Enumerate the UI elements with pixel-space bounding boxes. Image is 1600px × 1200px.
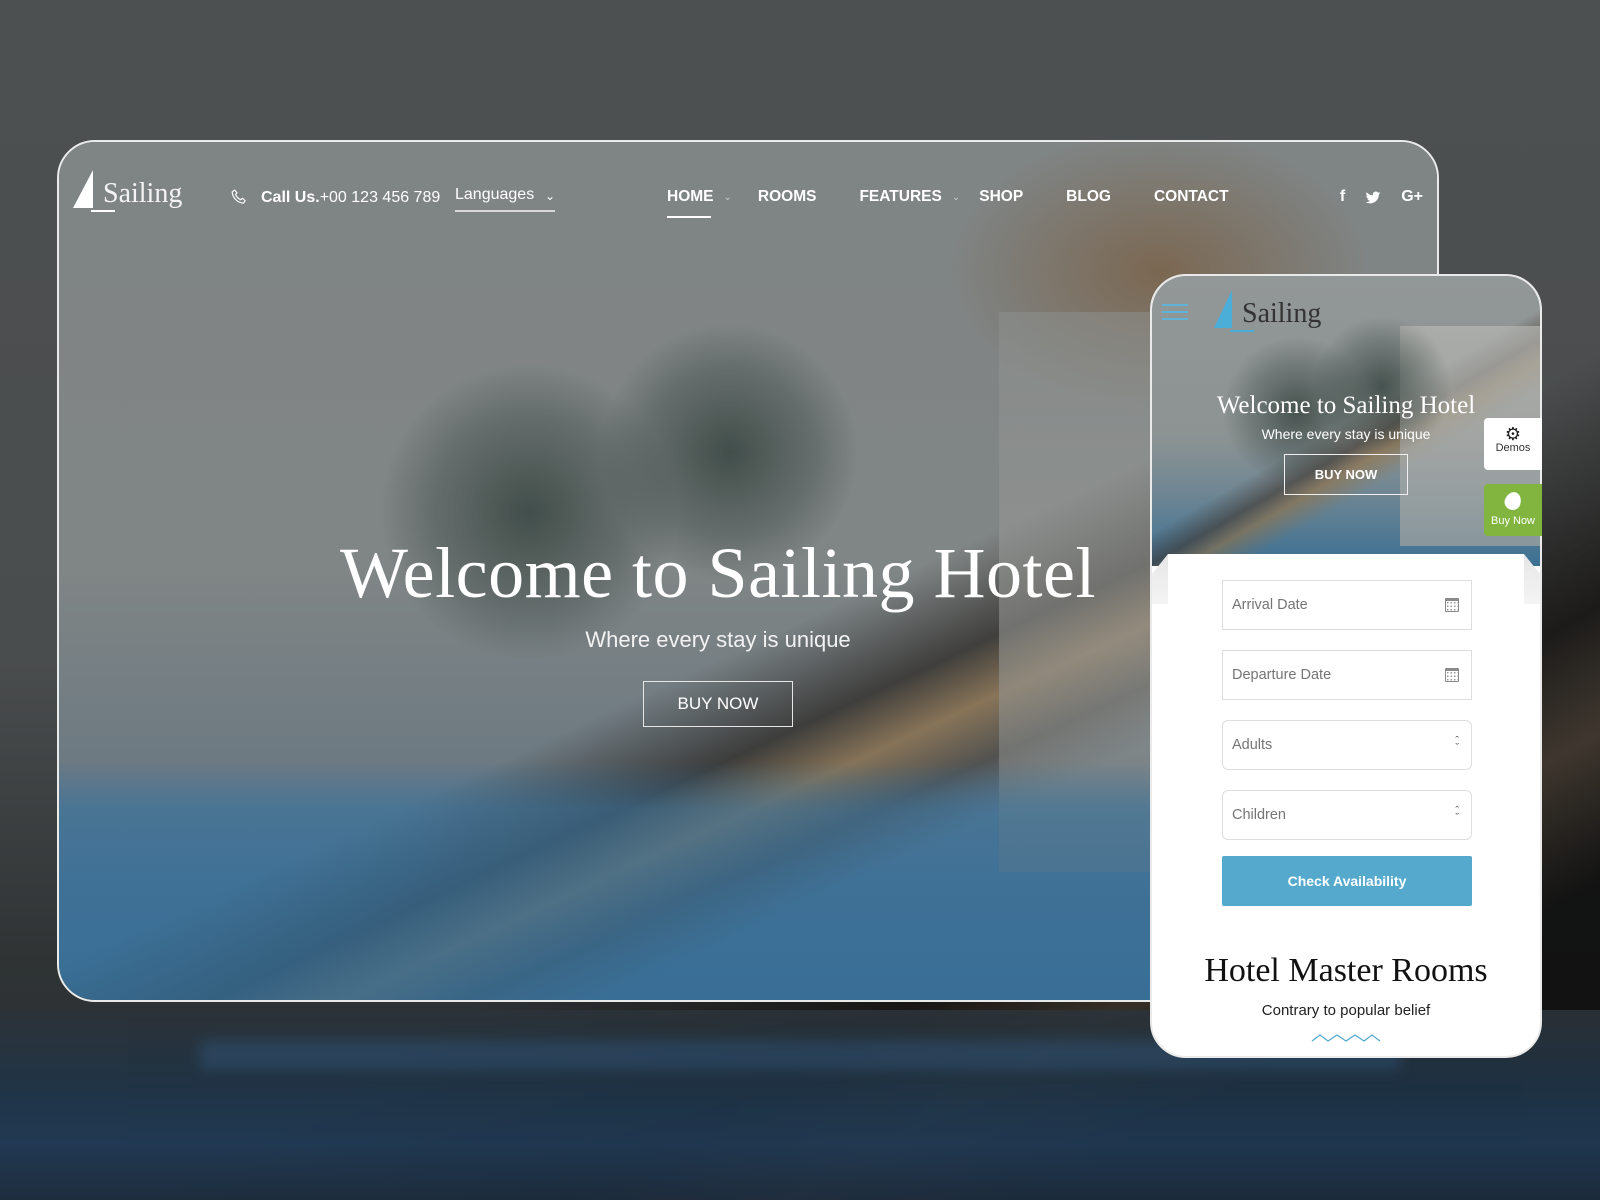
languages-dropdown[interactable]: Languages ⌄	[455, 186, 555, 212]
nav-item-rooms[interactable]: ROOMS	[758, 188, 817, 206]
chevron-down-icon: ⌄	[723, 191, 732, 203]
demos-button[interactable]: ⚙ Demos	[1484, 418, 1542, 470]
nav-item-shop[interactable]: SHOP	[979, 188, 1023, 206]
envato-leaf-icon	[1502, 489, 1524, 513]
chevron-down-icon: ⌄	[544, 189, 555, 203]
gear-icon: ⚙	[1504, 424, 1522, 444]
mobile-buy-now-button[interactable]: BUY NOW	[1283, 454, 1409, 495]
facebook-icon[interactable]: f	[1340, 188, 1345, 206]
social-links: f G+	[1340, 188, 1423, 206]
buy-now-button[interactable]: BUY NOW	[642, 681, 794, 727]
mobile-mockup: Sailing Welcome to Sailing Hotel Where e…	[1150, 274, 1542, 1058]
nav-item-features[interactable]: FEATURES ⌄	[859, 188, 960, 206]
phone-icon	[231, 189, 246, 204]
calendar-icon[interactable]	[1445, 668, 1459, 682]
nav-label: BLOG	[1066, 188, 1111, 205]
mobile-hero-title: Welcome to Sailing Hotel	[1216, 392, 1476, 419]
mobile-site-logo[interactable]: Sailing	[1214, 290, 1322, 332]
google-plus-icon[interactable]: G+	[1401, 188, 1423, 206]
arrival-date-placeholder: Arrival Date	[1232, 597, 1308, 613]
languages-label: Languages	[455, 186, 535, 203]
nav-label: HOME	[667, 188, 714, 205]
nav-label: SHOP	[979, 188, 1024, 205]
nav-label: FEATURES	[859, 188, 942, 205]
hamburger-menu-icon[interactable]	[1162, 304, 1188, 325]
site-logo[interactable]: Sailing	[73, 170, 183, 212]
departure-date-placeholder: Departure Date	[1232, 667, 1332, 683]
rooms-section: Hotel Master Rooms Contrary to popular b…	[1152, 952, 1540, 1043]
nav-item-contact[interactable]: CONTACT	[1154, 188, 1229, 206]
rooms-title: Hotel Master Rooms	[1204, 952, 1488, 989]
twitter-icon[interactable]	[1365, 190, 1381, 206]
select-arrows-icon: ˆˇ	[1455, 805, 1459, 824]
departure-date-field[interactable]: Departure Date	[1222, 650, 1472, 700]
main-nav: HOME ⌄ ROOMS FEATURES ⌄ SHOP BLOG CONTAC…	[667, 188, 1229, 218]
adults-placeholder: Adults	[1232, 737, 1273, 753]
nav-label: CONTACT	[1153, 188, 1229, 205]
select-arrows-icon: ˆˇ	[1455, 735, 1459, 754]
logo-text: Sailing	[1242, 298, 1322, 329]
site-header: Sailing Call Us. +00 123 456 789 Languag…	[59, 142, 1437, 252]
buy-now-side-button[interactable]: Buy Now	[1484, 484, 1542, 536]
children-select[interactable]: Children ˆˇ	[1222, 790, 1472, 840]
buy-now-label: Buy Now	[1490, 515, 1536, 527]
nav-item-home[interactable]: HOME ⌄	[667, 188, 732, 218]
calendar-icon[interactable]	[1445, 598, 1459, 612]
children-placeholder: Children	[1232, 807, 1286, 823]
check-availability-button[interactable]: Check Availability	[1222, 856, 1472, 906]
arrival-date-field[interactable]: Arrival Date	[1222, 580, 1472, 630]
phone-number[interactable]: +00 123 456 789	[320, 189, 441, 207]
nav-item-blog[interactable]: BLOG	[1066, 188, 1111, 206]
logo-text: Sailing	[103, 178, 183, 209]
call-us-info: Call Us. +00 123 456 789	[229, 188, 440, 208]
sail-logo-icon	[1214, 290, 1254, 332]
mobile-hero-subtitle: Where every stay is unique	[1261, 426, 1431, 442]
nav-label: ROOMS	[757, 188, 817, 205]
wave-divider-icon	[1311, 1034, 1381, 1042]
demos-label: Demos	[1495, 442, 1531, 454]
rooms-subtitle: Contrary to popular belief	[1261, 1002, 1431, 1019]
chevron-down-icon: ⌄	[951, 191, 961, 203]
adults-select[interactable]: Adults ˆˇ	[1222, 720, 1472, 770]
call-us-label: Call Us.	[261, 189, 320, 206]
booking-form: Arrival Date Departure Date Adults ˆˇ Ch…	[1168, 554, 1524, 930]
mobile-hero-section: Welcome to Sailing Hotel Where every sta…	[1152, 392, 1540, 495]
sail-logo-icon	[73, 170, 115, 212]
